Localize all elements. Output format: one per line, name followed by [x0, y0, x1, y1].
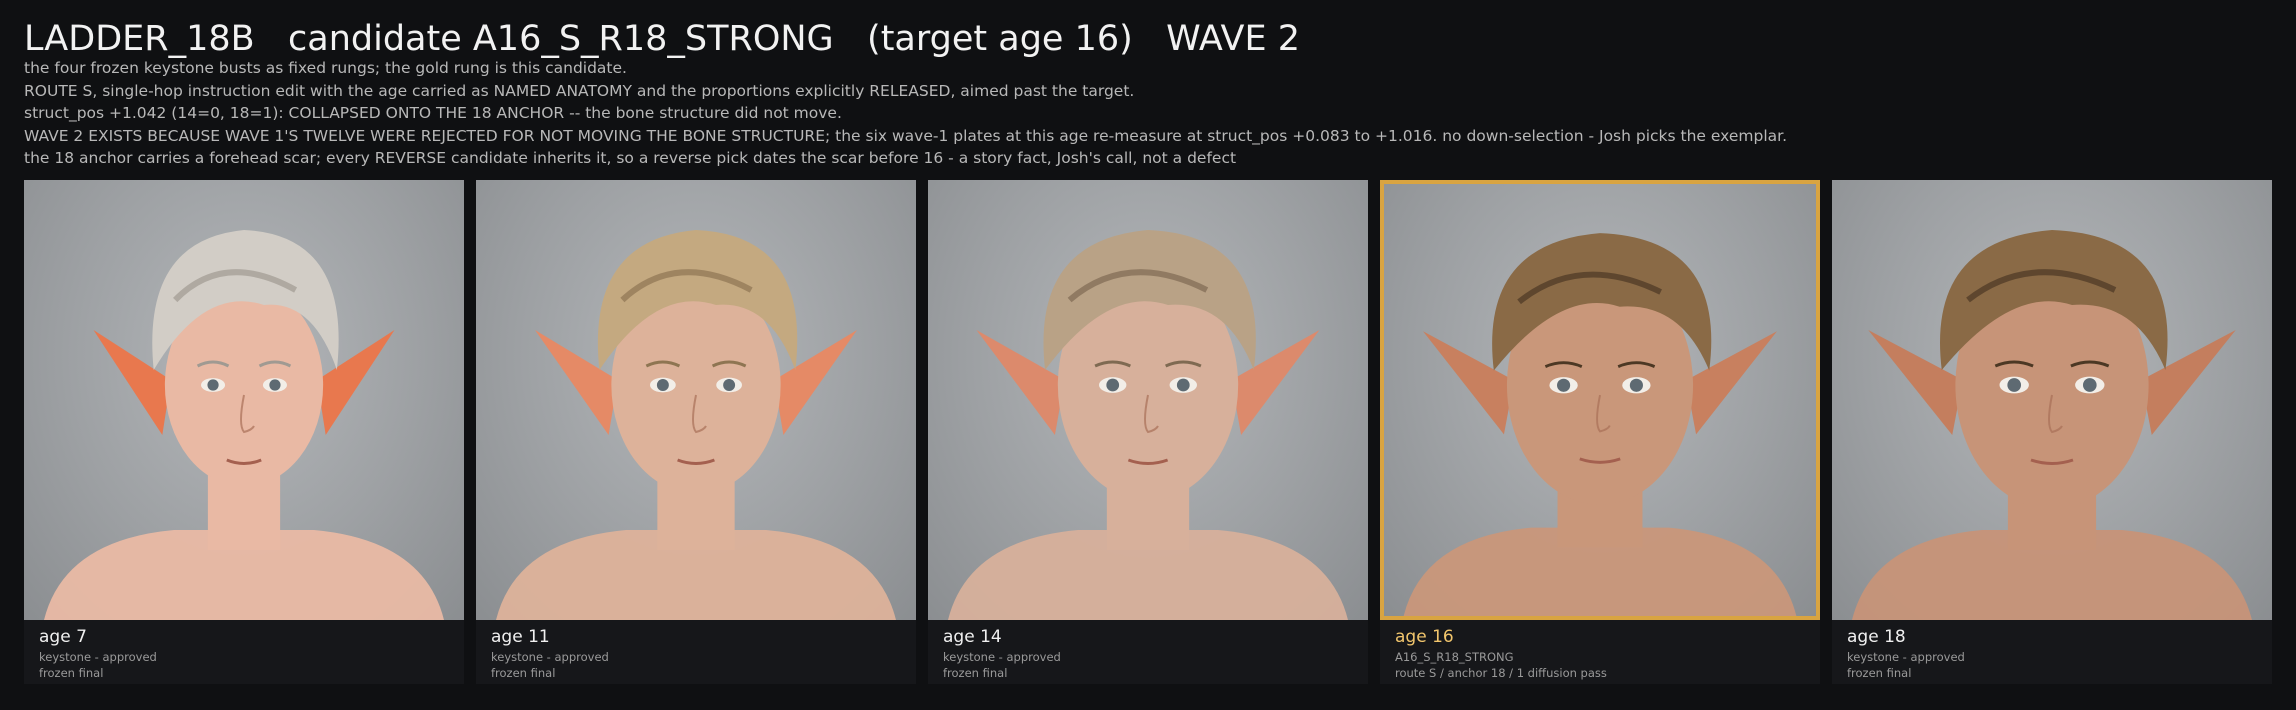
note-line: WAVE 2 EXISTS BECAUSE WAVE 1'S TWELVE WE… [24, 126, 1788, 145]
card-age-label: age 14 [943, 627, 1002, 647]
card-age-label: age 11 [491, 627, 550, 647]
card-detail-label: route S / anchor 18 / 1 diffusion pass [1395, 666, 1607, 680]
portrait-plate[interactable] [1832, 180, 2272, 620]
card-age-label: age 16 [1395, 627, 1454, 647]
card-age-label: age 7 [39, 627, 87, 647]
card-detail-label: frozen final [943, 666, 1008, 680]
portrait-plate[interactable] [24, 180, 464, 620]
note-line: ROUTE S, single-hop instruction edit wit… [24, 81, 1135, 100]
card-detail-label: frozen final [491, 666, 556, 680]
card-detail-label: frozen final [39, 666, 104, 680]
notes-block: the four frozen keystone busts as fixed … [24, 57, 2274, 170]
note-line: the 18 anchor carries a forehead scar; e… [24, 149, 1237, 168]
elf-portrait-image [1852, 230, 2252, 620]
rung-card-age-18[interactable]: age 18 keystone - approved frozen final [1832, 180, 2272, 684]
note-line: the four frozen keystone busts as fixed … [24, 59, 627, 77]
card-status-label: keystone - approved [943, 650, 1061, 664]
note-line: struct_pos +1.042 (14=0, 18=1): COLLAPSE… [24, 104, 842, 123]
portrait-plate[interactable] [476, 180, 916, 620]
rung-card-age-14[interactable]: age 14 keystone - approved frozen final [928, 180, 1368, 684]
card-detail-label: frozen final [1847, 666, 1912, 680]
elf-portrait-image [44, 230, 444, 620]
rung-card-age-7[interactable]: age 7 keystone - approved frozen final [24, 180, 464, 684]
rung-card-age-16-candidate[interactable]: age 16 A16_S_R18_STRONG route S / anchor… [1380, 180, 1820, 684]
elf-portrait-image [496, 230, 896, 620]
portrait-plate[interactable] [928, 180, 1368, 620]
rung-card-age-11[interactable]: age 11 keystone - approved frozen final [476, 180, 916, 684]
elf-portrait-image [1403, 233, 1797, 616]
card-status-label: A16_S_R18_STRONG [1395, 650, 1514, 664]
card-status-label: keystone - approved [1847, 650, 1965, 664]
sheet-title: LADDER_18B candidate A16_S_R18_STRONG (t… [24, 19, 1300, 59]
portrait-plate-selected[interactable] [1380, 180, 1820, 620]
ladder-sheet: LADDER_18B candidate A16_S_R18_STRONG (t… [0, 0, 2296, 710]
card-status-label: keystone - approved [491, 650, 609, 664]
elf-portrait-image [948, 230, 1348, 620]
card-status-label: keystone - approved [39, 650, 157, 664]
card-age-label: age 18 [1847, 627, 1906, 647]
